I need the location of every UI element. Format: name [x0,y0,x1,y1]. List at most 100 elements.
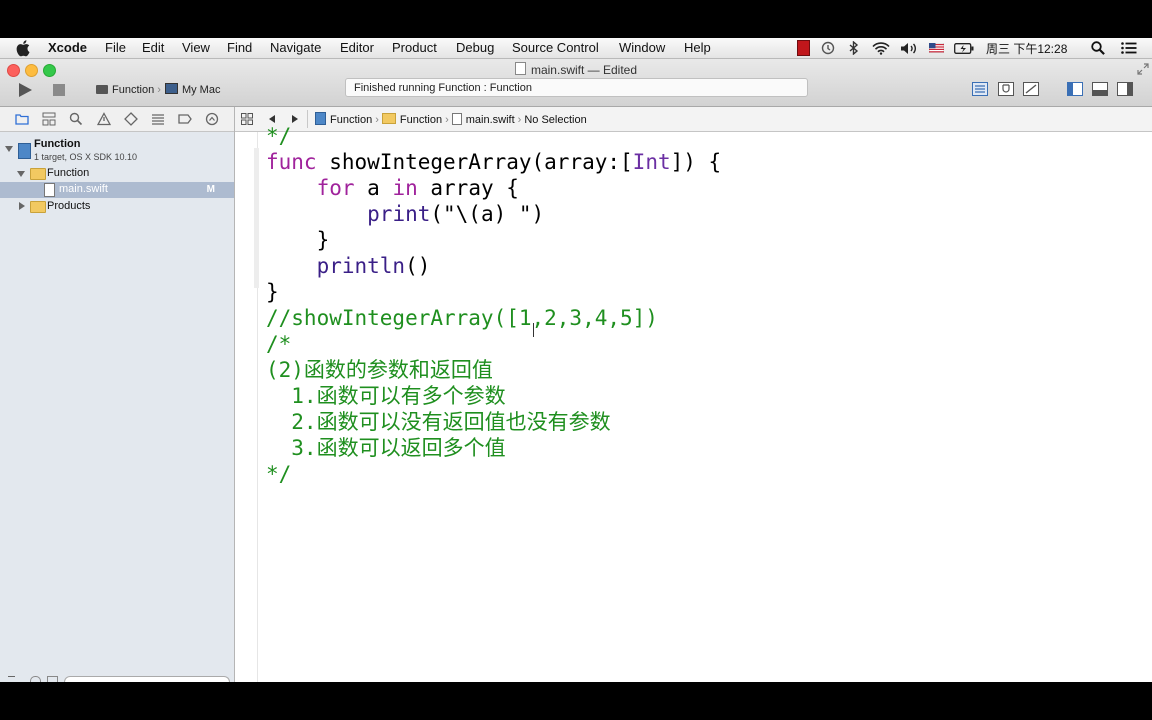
volume-icon[interactable] [899,39,919,57]
add-icon[interactable] [8,676,15,677]
scheme-selector[interactable]: Function › My Mac [96,83,220,96]
swift-file-icon [44,183,55,197]
project-navigator-folder-icon[interactable] [15,112,29,126]
menu-debug[interactable]: Debug [456,40,494,55]
version-editor-icon[interactable] [1023,82,1039,96]
disclosure-triangle-icon[interactable] [17,171,25,177]
source-control-badge: M [206,184,215,195]
project-name: Function [34,138,81,150]
code-line: /* [266,331,721,357]
navigator-filter-bar [0,676,234,682]
navigator-selector-bar [0,107,234,132]
project-navigator: Function 1 target, OS X SDK 10.10 Functi… [0,107,235,682]
standard-editor-icon[interactable] [972,82,988,96]
back-arrow-icon[interactable] [269,115,275,123]
menu-bar: Xcode File Edit View Find Navigate Edito… [0,38,1152,59]
menu-file[interactable]: File [105,40,126,55]
forward-arrow-icon[interactable] [292,115,298,123]
comment-text: 3.函数可以返回多个值 [266,436,506,460]
project-row[interactable]: Function 1 target, OS X SDK 10.10 [0,136,234,164]
window-title: main.swift — Edited [530,63,638,77]
toggle-utilities-icon[interactable] [1117,82,1133,96]
menu-navigate[interactable]: Navigate [270,40,321,55]
notification-center-icon[interactable] [1119,39,1139,57]
menu-view[interactable]: View [182,40,210,55]
fullscreen-icon[interactable] [1137,63,1149,75]
scheme-target-icon [96,85,108,94]
wifi-icon[interactable] [871,39,891,57]
scheme-device[interactable]: My Mac [182,84,221,96]
run-button[interactable] [19,83,32,97]
report-navigator-icon[interactable] [205,112,219,126]
code-line: 1.函数可以有多个参数 [266,383,721,409]
code-line: for a in array { [316,176,519,200]
folder-icon [30,168,46,180]
time-machine-icon[interactable] [819,39,837,57]
comment-text: */ [266,462,292,486]
menu-find[interactable]: Find [227,40,252,55]
code-text: ]) { [670,150,722,174]
code-line: func showIntegerArray(array:[Int]) { [266,149,721,175]
battery-icon[interactable] [953,39,975,57]
code-folding-ribbon[interactable] [254,148,259,288]
find-navigator-icon[interactable] [69,112,83,126]
file-row-main-swift[interactable]: main.swift M [0,182,234,198]
toggle-debug-area-icon[interactable] [1092,82,1108,96]
group-row[interactable]: Function [0,166,234,182]
menu-source-control[interactable]: Source Control [512,40,599,55]
related-items-grid-icon[interactable] [241,113,253,125]
project-subtitle: 1 target, OS X SDK 10.10 [34,152,138,162]
menu-app-xcode[interactable]: Xcode [48,40,87,55]
menu-edit[interactable]: Edit [142,40,164,55]
products-row[interactable]: Products [0,199,234,215]
keyword-func: func [266,150,317,174]
bluetooth-icon[interactable] [846,39,862,57]
activity-viewer: Finished running Function : Function [345,78,808,97]
recording-icon[interactable] [796,39,810,57]
window-toolbar: main.swift — Edited Function › My Mac Fin… [0,59,1152,107]
disclosure-triangle-icon[interactable] [19,202,25,210]
navigator-filter-field[interactable] [64,676,230,682]
code-line: 2.函数可以没有返回值也没有参数 [266,409,721,435]
mac-icon [164,83,178,94]
spotlight-search-icon[interactable] [1089,39,1107,57]
code-line: */ [266,461,721,487]
symbol-navigator-icon[interactable] [42,112,56,126]
source-editor: Function › Function › main.swift › No Selectio… [235,107,1152,682]
group-name: Function [47,167,90,179]
menu-clock[interactable]: 周三 下午12:28 [986,40,1067,57]
menu-editor[interactable]: Editor [340,40,374,55]
disclosure-triangle-icon[interactable] [5,146,13,152]
issue-navigator-icon[interactable] [97,112,111,126]
comment-text: (2)函数的参数和返回值 [266,358,493,382]
comment-text: //showIntegerArray([1,2,3,4,5]) [266,306,658,330]
call-println: println [316,254,406,278]
recent-files-icon[interactable] [30,676,41,682]
toggle-navigator-icon[interactable] [1067,82,1083,96]
screen: Xcode File Edit View Find Navigate Edito… [0,38,1152,682]
code-line: //showIntegerArray([1,2,3,4,5]) [266,305,721,331]
folder-icon [30,201,46,213]
breakpoint-navigator-icon[interactable] [178,112,192,126]
menu-window[interactable]: Window [619,40,665,55]
assistant-editor-icon[interactable] [998,82,1014,96]
xcode-project-icon [18,143,31,159]
apple-icon[interactable] [16,39,32,57]
keyword-in: in [392,176,418,200]
input-source-flag-icon[interactable] [927,39,945,57]
source-control-filter-icon[interactable] [47,676,58,682]
function-name: showIntegerArray(array:[ [329,150,633,174]
code-line: } [266,228,330,252]
window-title-bar: main.swift — Edited [0,62,1152,77]
comment-text: /* [266,332,292,356]
menu-help[interactable]: Help [684,40,711,55]
menu-product[interactable]: Product [392,40,437,55]
stop-button[interactable] [53,84,65,96]
code-line: } [266,280,279,304]
code-line: */ [266,123,721,149]
code-text-area[interactable]: */ func showIntegerArray(array:[Int]) { … [266,124,721,487]
comment-text: 2.函数可以没有返回值也没有参数 [266,410,611,434]
test-navigator-icon[interactable] [124,112,138,126]
scheme-target[interactable]: Function [112,84,154,96]
debug-navigator-icon[interactable] [151,112,165,126]
